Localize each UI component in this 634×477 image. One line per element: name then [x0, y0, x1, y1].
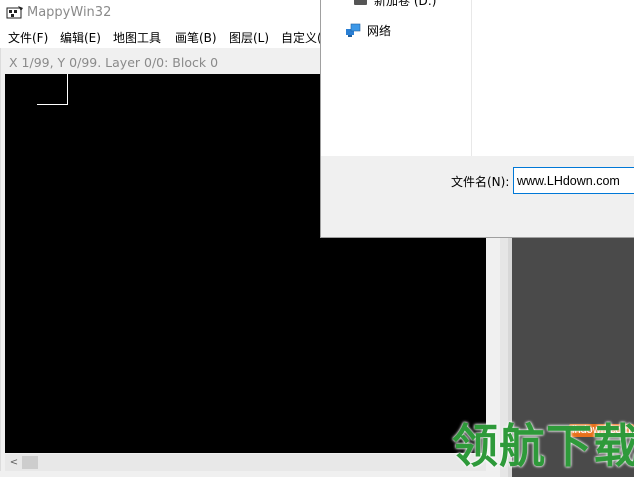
tree-item-network[interactable]: 网络 [367, 22, 391, 39]
menu-file[interactable]: 文件(F) [8, 29, 48, 46]
drive-icon [354, 0, 367, 5]
menu-map-tools[interactable]: 地图工具 [113, 29, 161, 46]
horizontal-scrollbar[interactable] [5, 454, 486, 471]
watermark-logo-text: 领航下载 [452, 419, 634, 473]
menu-edit[interactable]: 编辑(E) [60, 29, 101, 46]
scroll-left-arrow-icon[interactable]: < [8, 456, 20, 469]
menu-brush[interactable]: 画笔(B) [175, 29, 217, 46]
map-status-text: X 1/99, Y 0/99. Layer 0/0: Block 0 [9, 55, 219, 70]
tree-item-drive-d[interactable]: 新加卷 (D:) [374, 0, 436, 9]
block-cursor [37, 74, 68, 105]
menu-layer[interactable]: 图层(L) [229, 29, 269, 46]
window-title: MappyWin32 [27, 5, 112, 20]
filename-input[interactable] [513, 167, 634, 194]
scroll-thumb[interactable] [22, 456, 38, 469]
map-view-bottom-edge [0, 471, 500, 477]
filename-label: 文件名(N): [451, 175, 510, 189]
tree-divider[interactable] [471, 0, 472, 156]
app-icon [6, 6, 23, 19]
network-icon [346, 23, 361, 37]
